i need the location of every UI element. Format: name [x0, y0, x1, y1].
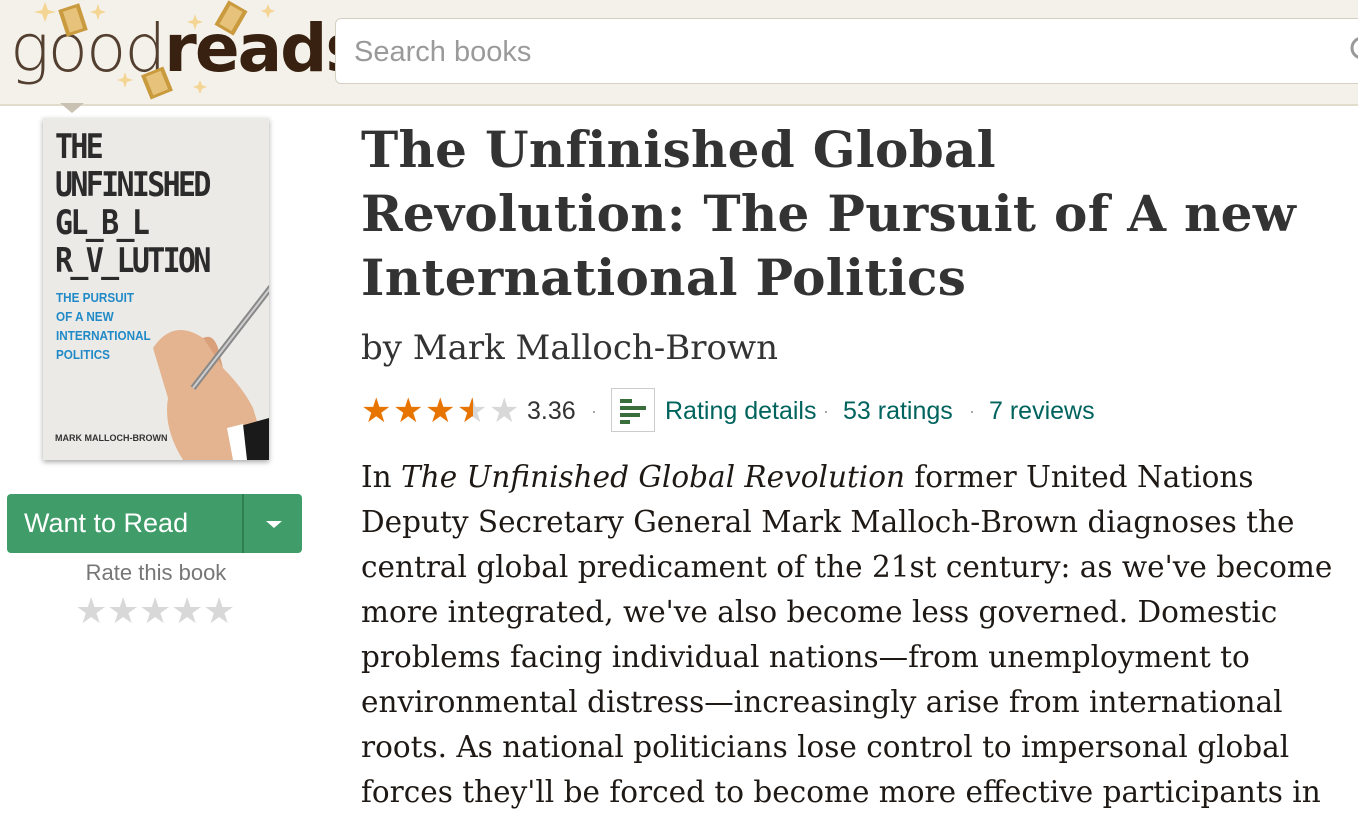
search-icon[interactable] [1346, 33, 1358, 69]
logo-sparkles-icon [34, 0, 275, 100]
cover-author: MARK MALLOCH-BROWN [55, 433, 168, 443]
cover-title-line: GL_B_L [55, 203, 150, 243]
star-full-icon: ★ [361, 392, 392, 430]
book-cover[interactable]: THE UNFINISHED GL_B_L R_V_LUTION THE PUR… [43, 118, 269, 460]
book-description: In The Unfinished Global Revolution form… [361, 455, 1346, 815]
want-to-read-button-group: Want to Read [7, 494, 302, 553]
separator-dot: · [591, 401, 597, 421]
description-italic-title: The Unfinished Global Revolution [401, 460, 905, 494]
rating-details-link[interactable]: Rating details [665, 390, 816, 432]
average-rating-value: 3.36 [527, 397, 576, 425]
description-prefix: In [361, 460, 402, 494]
star-full-icon: ★ [425, 392, 456, 430]
rate-star-1-icon[interactable]: ★ [75, 594, 107, 630]
want-to-read-button[interactable]: Want to Read [7, 494, 242, 553]
cover-tab-marker [60, 103, 84, 113]
rate-stars: ★ ★ ★ ★ ★ [75, 594, 240, 630]
star-full-icon: ★ [393, 392, 424, 430]
cover-title-line: THE [55, 127, 104, 167]
separator-dot: · [823, 401, 829, 421]
star-half-fill-icon: ★ [457, 392, 473, 430]
rate-star-3-icon[interactable]: ★ [139, 594, 171, 630]
search-input[interactable] [352, 27, 1316, 77]
site-header: goodreads [0, 0, 1358, 106]
search-box[interactable] [335, 18, 1358, 84]
rate-star-5-icon[interactable]: ★ [203, 594, 235, 630]
description-text: former United Nations Deputy Secretary G… [361, 460, 1333, 809]
book-title: The Unfinished Global Revolution: The Pu… [361, 120, 1297, 307]
star-empty-icon: ★ [489, 392, 520, 430]
rate-star-4-icon[interactable]: ★ [171, 594, 203, 630]
rate-star-2-icon[interactable]: ★ [107, 594, 139, 630]
separator-dot: · [969, 401, 975, 421]
ratings-count-link[interactable]: 53 ratings [843, 390, 953, 432]
by-label: by [361, 328, 402, 368]
author-line: by Mark Malloch-Brown [361, 328, 778, 368]
author-link[interactable]: Mark Malloch-Brown [413, 328, 778, 368]
reviews-count-link[interactable]: 7 reviews [989, 390, 1095, 432]
shelf-dropdown-button[interactable] [244, 494, 302, 553]
average-rating-stars: ★ ★ ★ ★ ★ ★ [361, 390, 521, 432]
cover-title-line: R_V_LUTION [55, 241, 211, 281]
rate-this-book-label: Rate this book [85, 560, 227, 585]
cover-title-line: UNFINISHED [55, 165, 211, 205]
rating-details-chart-icon[interactable] [611, 388, 655, 432]
